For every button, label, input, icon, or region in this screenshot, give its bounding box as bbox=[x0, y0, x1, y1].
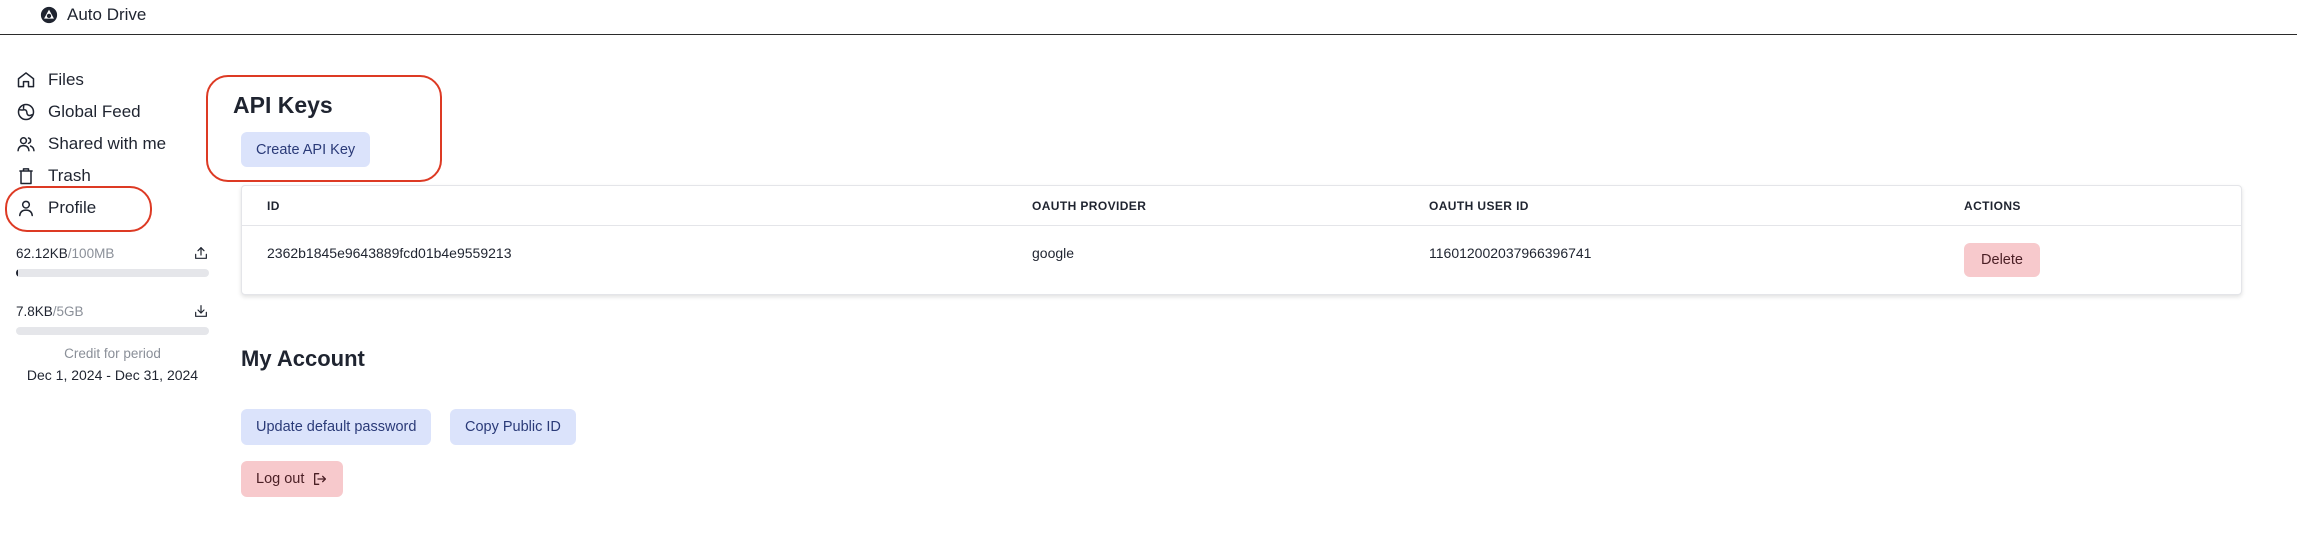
logout-label: Log out bbox=[256, 471, 305, 487]
delete-api-key-button[interactable]: Delete bbox=[1964, 243, 2040, 277]
create-api-key-button[interactable]: Create API Key bbox=[241, 132, 371, 167]
upload-usage-text: 62.12KB/100MB bbox=[16, 246, 114, 261]
sidebar-item-label: Trash bbox=[48, 166, 91, 185]
sidebar: Files Global Feed Shared with me Trash P… bbox=[0, 35, 215, 539]
column-header-id: ID bbox=[267, 199, 280, 213]
download-limit: /5GB bbox=[52, 303, 84, 319]
sidebar-item-label: Profile bbox=[48, 198, 97, 217]
update-password-button[interactable]: Update default password bbox=[241, 409, 432, 445]
sidebar-item-global-feed[interactable]: Global Feed bbox=[16, 96, 141, 128]
api-keys-title: API Keys bbox=[233, 92, 333, 118]
api-key-id: 2362b1845e9643889fcd01b4e9559213 bbox=[267, 245, 512, 261]
auto-drive-logo-icon bbox=[40, 6, 58, 24]
column-header-oauth-user-id: OAUTH USER ID bbox=[1429, 199, 1529, 213]
upload-icon[interactable] bbox=[193, 245, 209, 261]
top-bar: Auto Drive bbox=[0, 0, 2297, 35]
download-usage-text: 7.8KB/5GB bbox=[16, 304, 84, 319]
users-icon bbox=[17, 137, 35, 152]
upload-limit: /100MB bbox=[67, 245, 115, 261]
sidebar-item-shared[interactable]: Shared with me bbox=[16, 128, 166, 160]
credit-label: Credit for period bbox=[64, 346, 161, 361]
column-header-actions: ACTIONS bbox=[1964, 199, 2021, 213]
sidebar-item-files[interactable]: Files bbox=[16, 64, 84, 96]
upload-progress-bar bbox=[16, 269, 209, 277]
download-icon[interactable] bbox=[193, 303, 209, 319]
credit-period: Credit for period Dec 1, 2024 - Dec 31, … bbox=[0, 346, 225, 383]
home-icon bbox=[17, 72, 35, 88]
user-icon bbox=[19, 200, 33, 217]
api-key-provider: google bbox=[1032, 245, 1075, 261]
copy-public-id-button[interactable]: Copy Public ID bbox=[450, 409, 576, 445]
my-account-title: My Account bbox=[241, 346, 365, 371]
upload-usage: 62.12KB/100MB bbox=[16, 242, 209, 277]
table-header: ID OAUTH PROVIDER OAUTH USER ID ACTIONS bbox=[242, 186, 2241, 226]
column-header-oauth-provider: OAUTH PROVIDER bbox=[1032, 199, 1147, 213]
api-key-user-id: 116012002037966396741 bbox=[1429, 245, 1592, 261]
api-keys-table: ID OAUTH PROVIDER OAUTH USER ID ACTIONS … bbox=[241, 185, 2242, 295]
logout-button[interactable]: Log out bbox=[241, 461, 344, 497]
logout-icon bbox=[314, 473, 327, 485]
app-name: Auto Drive bbox=[67, 5, 147, 24]
upload-progress-fill bbox=[16, 269, 18, 277]
brand[interactable]: Auto Drive bbox=[40, 5, 146, 25]
download-usage: 7.8KB/5GB bbox=[16, 300, 209, 335]
globe-icon bbox=[17, 103, 35, 121]
download-progress-bar bbox=[16, 327, 209, 335]
trash-icon bbox=[19, 168, 33, 185]
sidebar-item-label: Global Feed bbox=[48, 102, 141, 121]
download-used: 7.8KB bbox=[16, 303, 53, 319]
sidebar-item-profile[interactable]: Profile bbox=[16, 192, 96, 224]
upload-used: 62.12KB bbox=[16, 245, 68, 261]
credit-range: Dec 1, 2024 - Dec 31, 2024 bbox=[26, 367, 199, 383]
sidebar-item-trash[interactable]: Trash bbox=[16, 160, 91, 192]
sidebar-item-label: Shared with me bbox=[48, 134, 167, 153]
sidebar-item-label: Files bbox=[48, 70, 84, 89]
